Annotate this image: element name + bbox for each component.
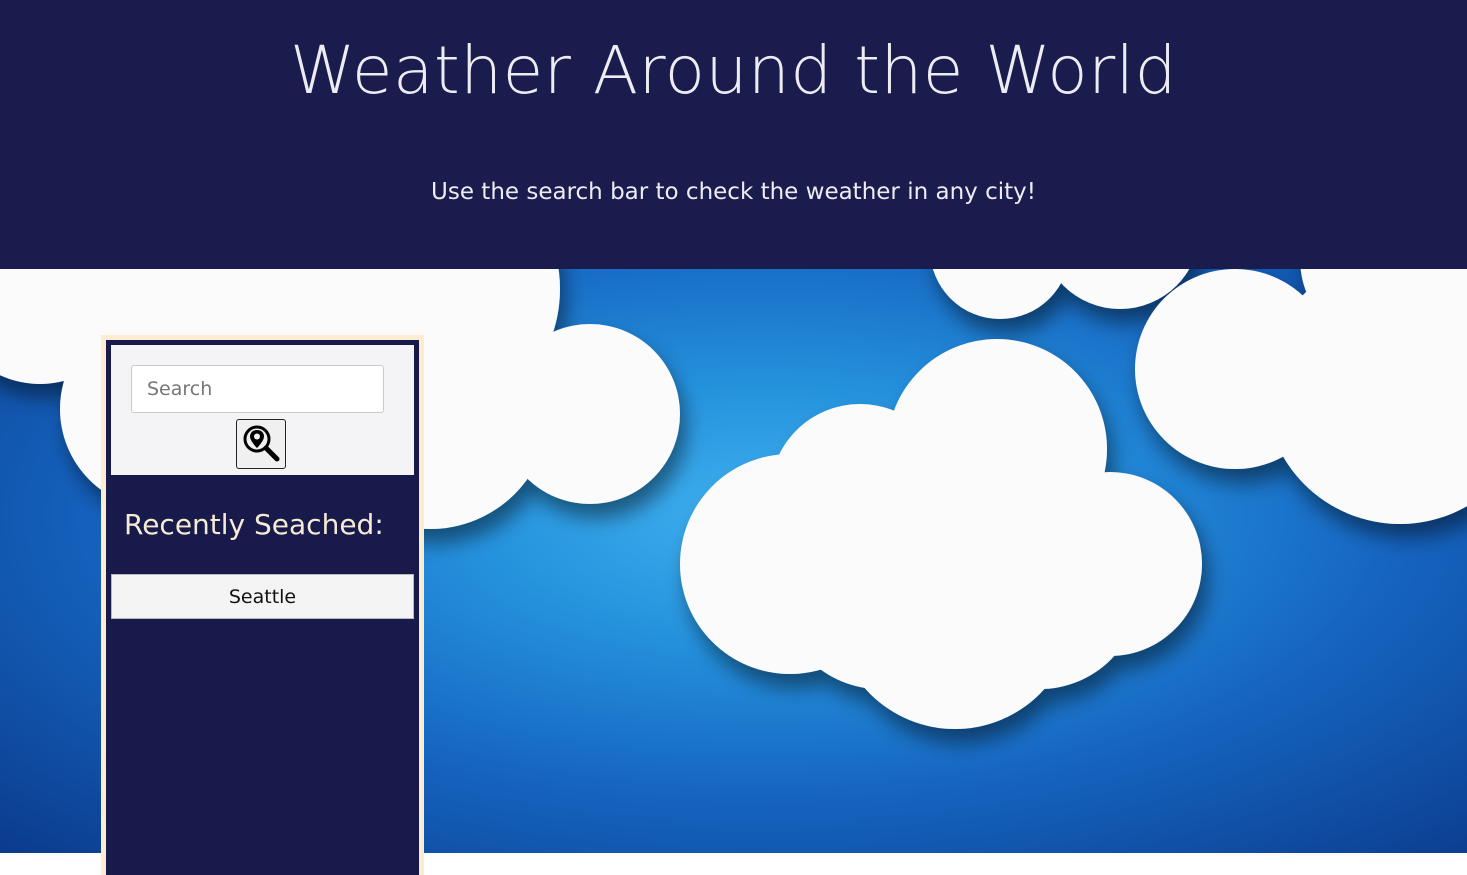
recent-searches-heading: Recently Seached: (124, 508, 384, 541)
search-box (111, 345, 414, 475)
search-input[interactable] (131, 365, 384, 413)
search-panel: Recently Seached: Seattle (101, 335, 424, 875)
page-header: Weather Around the World Use the search … (0, 0, 1467, 269)
search-button[interactable] (236, 419, 286, 469)
page-title: Weather Around the World (289, 32, 1178, 109)
location-search-icon (241, 423, 281, 466)
page-subtitle: Use the search bar to check the weather … (431, 179, 1036, 205)
recent-city-button[interactable]: Seattle (111, 574, 414, 619)
